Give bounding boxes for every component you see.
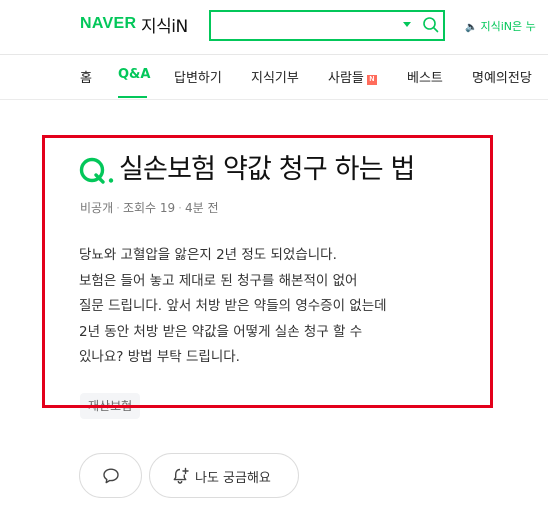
nav-home[interactable]: 홈 (80, 67, 92, 86)
main-nav: 홈 Q&A 답변하기 지식기부 사람들 N 베스트 명예의전당 (0, 55, 548, 99)
search-icon[interactable] (421, 15, 441, 35)
curious-button[interactable]: 나도 궁금해요 (149, 453, 299, 498)
bell-plus-icon (173, 467, 189, 484)
curious-label: 나도 궁금해요 (195, 471, 271, 486)
nav-best[interactable]: 베스트 (407, 67, 443, 86)
speaker-icon: 🔈 (465, 22, 478, 33)
speech-bubble-icon (103, 468, 119, 484)
kin-logo[interactable]: 지식iN (141, 12, 188, 37)
nav-divider (0, 99, 548, 100)
nav-people[interactable]: 사람들 N (328, 67, 377, 86)
search-input[interactable] (217, 16, 397, 35)
nav-hall-of-fame[interactable]: 명예의전당 (472, 67, 532, 86)
notice-banner[interactable]: 🔈 지식iN은 누 (465, 18, 536, 34)
nav-people-label: 사람들 (328, 71, 364, 86)
new-badge: N (366, 75, 377, 85)
active-tab-indicator (118, 96, 147, 98)
highlight-box (42, 135, 493, 408)
nav-answer[interactable]: 답변하기 (174, 67, 222, 86)
comment-button[interactable] (79, 453, 142, 498)
naver-logo[interactable]: NAVER (80, 15, 136, 33)
nav-donate[interactable]: 지식기부 (251, 67, 299, 86)
top-header: NAVER 지식iN 🔈 지식iN은 누 (0, 0, 548, 54)
nav-qna[interactable]: Q&A (118, 67, 150, 82)
dropdown-caret-icon[interactable] (403, 22, 411, 27)
search-box (209, 10, 445, 41)
notice-text: 지식iN은 누 (480, 20, 536, 33)
